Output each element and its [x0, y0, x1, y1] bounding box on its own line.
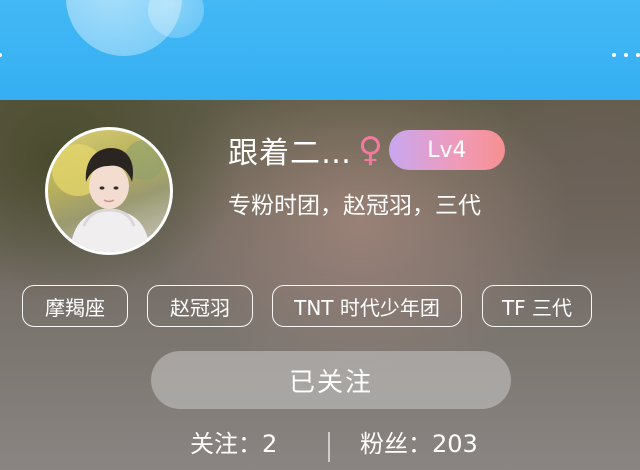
level-badge: Lv4 [388, 130, 505, 170]
tag-generation[interactable]: TF 三代 [482, 285, 592, 327]
tag-idol[interactable]: 赵冠羽 [147, 285, 253, 327]
fans-count: 203 [432, 430, 478, 458]
fans-stat[interactable]: 粉丝：203 [360, 424, 478, 459]
back-edge-dot [0, 53, 2, 57]
top-bar [0, 0, 640, 100]
tag-zodiac[interactable]: 摩羯座 [22, 285, 128, 327]
stats-row: 关注：2 粉丝：203 [0, 424, 640, 468]
followed-button[interactable]: 已关注 [151, 351, 511, 409]
avatar[interactable] [45, 127, 173, 255]
following-stat[interactable]: 关注：2 [190, 424, 277, 459]
female-gender-icon: ♀ [358, 130, 383, 170]
following-label: 关注： [190, 430, 262, 458]
fans-label: 粉丝： [360, 430, 432, 458]
bio-text: 专粉时团，赵冠羽，三代 [228, 193, 481, 219]
stats-divider [328, 432, 330, 462]
tag-group[interactable]: TNT 时代少年团 [272, 285, 462, 327]
nickname-row: 跟着二… ♀ Lv4 [228, 128, 505, 172]
nickname: 跟着二… [228, 136, 352, 171]
following-count: 2 [262, 430, 278, 458]
